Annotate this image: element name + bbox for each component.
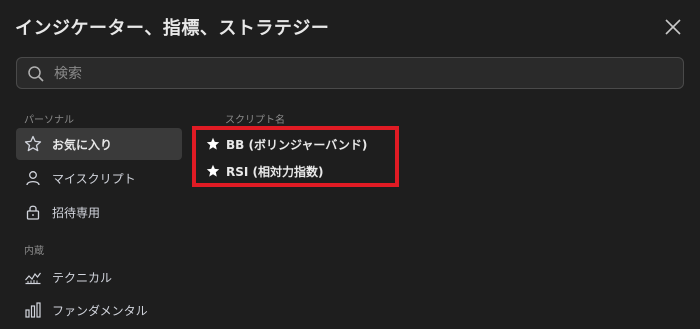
- lock-icon: [24, 203, 42, 221]
- indicators-dialog: インジケーター、指標、ストラテジー パーソナル お気に入り マイスクリプ: [0, 0, 700, 329]
- sidebar-item-label: ファンダメンタル: [52, 303, 148, 318]
- section-label-builtin: 内蔵: [24, 246, 44, 257]
- bar-chart-icon: [24, 301, 42, 319]
- section-label-personal: パーソナル: [24, 115, 74, 126]
- sidebar-item-my-scripts[interactable]: マイスクリプト: [16, 162, 182, 194]
- sidebar-item-label: お気に入り: [52, 137, 113, 152]
- script-name: BB (ボリンジャーバンド): [226, 137, 368, 152]
- column-header-script-name: スクリプト名: [225, 115, 285, 126]
- star-filled-icon[interactable]: [206, 137, 220, 151]
- sidebar-item-fundamental[interactable]: ファンダメンタル: [16, 294, 182, 326]
- search-box[interactable]: [16, 57, 684, 90]
- sidebar-item-invite-only[interactable]: 招待専用: [16, 196, 182, 228]
- dialog-title: インジケーター、指標、ストラテジー: [15, 18, 330, 39]
- close-button[interactable]: [662, 16, 684, 38]
- technical-chart-icon: [24, 268, 42, 286]
- sidebar-item-technical[interactable]: テクニカル: [16, 261, 182, 293]
- user-icon: [24, 169, 42, 187]
- close-icon: [665, 19, 681, 35]
- search-input[interactable]: [52, 58, 676, 90]
- list-item-bb[interactable]: BB (ボリンジャーバンド): [196, 132, 392, 156]
- sidebar-item-label: 招待専用: [52, 205, 101, 220]
- search-icon: [28, 66, 44, 82]
- star-filled-icon[interactable]: [206, 164, 220, 178]
- star-outline-icon: [24, 135, 42, 153]
- sidebar-item-label: マイスクリプト: [52, 171, 136, 186]
- sidebar-item-favorites[interactable]: お気に入り: [16, 128, 182, 160]
- sidebar-item-label: テクニカル: [52, 270, 113, 285]
- list-item-rsi[interactable]: RSI (相対力指数): [196, 159, 392, 183]
- script-name: RSI (相対力指数): [226, 164, 324, 179]
